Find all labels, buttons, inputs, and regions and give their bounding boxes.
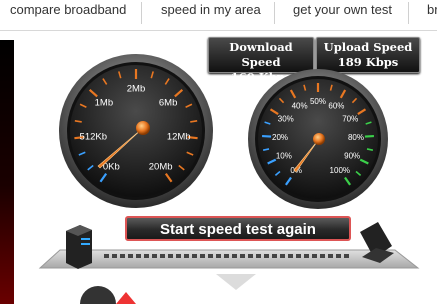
partial-bottom-icon (80, 286, 116, 304)
connection-dash (192, 254, 197, 258)
left-gauge-hub (136, 121, 150, 135)
network-connection-dashes (104, 254, 349, 258)
connection-dash (136, 254, 141, 258)
connection-dash (152, 254, 157, 258)
connection-dash (208, 254, 213, 258)
right-gauge-tick-label: 20% (272, 133, 288, 142)
right-gauge-tick-label: 30% (278, 115, 294, 124)
connection-dash (288, 254, 293, 258)
connection-dash (200, 254, 205, 258)
connection-dash (160, 254, 165, 258)
connection-dash (176, 254, 181, 258)
connection-dash (112, 254, 117, 258)
connection-dash (336, 254, 341, 258)
gauges-graphic: 0Kb512Kb1Mb2Mb6Mb12Mb20Mb 0%10%20%30%40%… (38, 54, 420, 304)
server-icon (66, 225, 92, 269)
connection-dash (344, 254, 349, 258)
connection-dash (240, 254, 245, 258)
right-gauge-tick-label: 80% (348, 133, 364, 142)
left-gauge-tick-label: 12Mb (167, 131, 191, 142)
left-gauge-tick-label: 512Kb (80, 131, 107, 142)
connection-dash (256, 254, 261, 258)
connection-dash (312, 254, 317, 258)
connection-dash (120, 254, 125, 258)
left-gauge-tick-label: 1Mb (95, 98, 113, 109)
connection-dash (296, 254, 301, 258)
connection-dash (272, 254, 277, 258)
left-gauge-tick (190, 120, 198, 123)
connection-dash (328, 254, 333, 258)
connection-dash (224, 254, 229, 258)
right-gauge-tick-label: 40% (292, 102, 308, 111)
right-gauge-tick-label: 10% (276, 151, 292, 160)
down-arrow-icon (216, 274, 256, 290)
connection-dash (304, 254, 309, 258)
connection-dash (248, 254, 253, 258)
connection-dash (216, 254, 221, 258)
right-gauge-tick-label: 60% (328, 102, 344, 111)
partial-bottom-arrow-icon (116, 292, 136, 304)
connection-dash (320, 254, 325, 258)
connection-dash (264, 254, 269, 258)
connection-dash (128, 254, 133, 258)
network-platform (38, 249, 420, 269)
connection-dash (104, 254, 109, 258)
left-gauge-tick-label: 2Mb (127, 83, 145, 94)
left-gauge-tick-label: 20Mb (149, 162, 173, 173)
connection-dash (168, 254, 173, 258)
left-gauge-tick (74, 120, 82, 123)
connection-dash (144, 254, 149, 258)
start-speed-test-again-button[interactable]: Start speed test again (125, 216, 351, 241)
left-gauge-tick-label: 6Mb (159, 98, 177, 109)
right-gauge-tick-label: 90% (344, 151, 360, 160)
right-gauge-hub (313, 133, 325, 145)
connection-dash (232, 254, 237, 258)
right-gauge-tick-label: 70% (342, 115, 358, 124)
connection-dash (184, 254, 189, 258)
connection-dash (280, 254, 285, 258)
right-gauge-tick-label: 50% (310, 97, 326, 106)
right-gauge-tick-label: 100% (330, 166, 350, 175)
